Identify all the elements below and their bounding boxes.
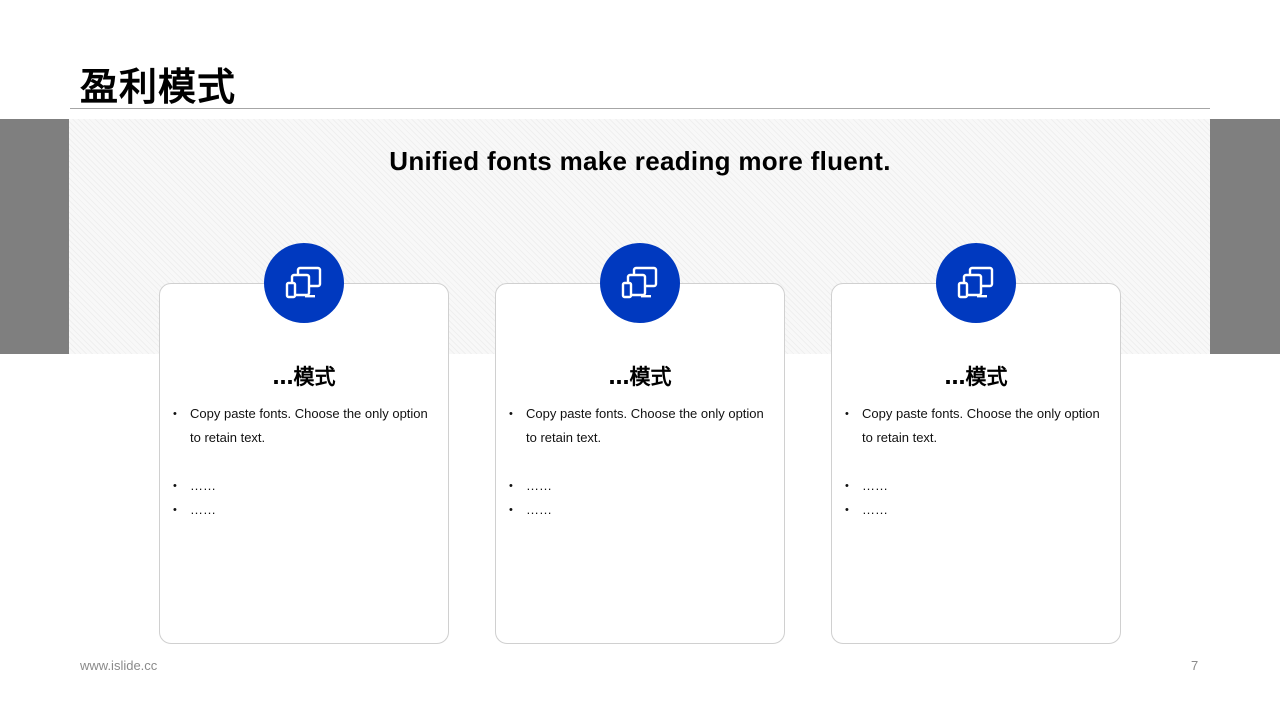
card-bullet: …… — [509, 498, 769, 522]
card-bullet: Copy paste fonts. Choose the only option… — [509, 402, 769, 450]
slide-subtitle: Unified fonts make reading more fluent. — [389, 146, 891, 176]
card-bullet: …… — [173, 498, 433, 522]
title-divider — [70, 108, 1210, 109]
devices-icon — [936, 243, 1016, 323]
feature-card: …模式 Copy paste fonts. Choose the only op… — [495, 283, 785, 644]
card-bullet: …… — [845, 474, 1105, 498]
card-bullet-list: Copy paste fonts. Choose the only option… — [509, 402, 769, 522]
card-bullet: Copy paste fonts. Choose the only option… — [845, 402, 1105, 450]
card-bullet-list: Copy paste fonts. Choose the only option… — [173, 402, 433, 522]
card-bullet: …… — [509, 474, 769, 498]
devices-icon — [264, 243, 344, 323]
feature-card: …模式 Copy paste fonts. Choose the only op… — [831, 283, 1121, 644]
devices-icon — [600, 243, 680, 323]
card-bullet-list: Copy paste fonts. Choose the only option… — [845, 402, 1105, 522]
feature-card: …模式 Copy paste fonts. Choose the only op… — [159, 283, 449, 644]
slide-title: 盈利模式 — [80, 65, 237, 109]
footer-url: www.islide.cc — [80, 658, 158, 673]
page-number: 7 — [1191, 658, 1199, 673]
card-title: …模式 — [272, 365, 336, 389]
card-bullet: …… — [173, 474, 433, 498]
card-bullet: Copy paste fonts. Choose the only option… — [173, 402, 433, 450]
card-bullet: …… — [845, 498, 1105, 522]
card-title: …模式 — [944, 365, 1008, 389]
card-title: …模式 — [608, 365, 672, 389]
